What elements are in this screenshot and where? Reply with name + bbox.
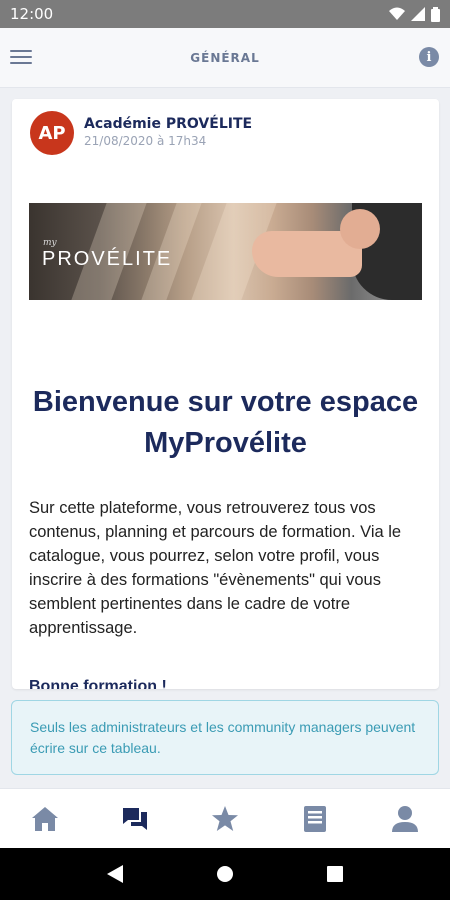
nav-home[interactable] <box>0 789 90 848</box>
nav-favorites[interactable] <box>180 789 270 848</box>
back-button[interactable] <box>95 854 135 894</box>
nav-catalog[interactable] <box>270 789 360 848</box>
nav-feed[interactable] <box>90 789 180 848</box>
system-navigation-bar <box>0 848 450 900</box>
signal-icon <box>411 7 425 21</box>
chat-icon <box>123 807 147 830</box>
post-signoff: Bonne formation ! <box>29 678 167 689</box>
post-card: AP Académie PROVÉLITE 21/08/2020 à 17h34… <box>12 99 439 689</box>
bottom-nav <box>0 788 450 848</box>
profile-icon <box>392 805 418 832</box>
wifi-icon <box>389 7 405 20</box>
post-body: Sur cette plateforme, vous retrouverez t… <box>29 499 402 637</box>
battery-icon <box>431 6 440 22</box>
menu-icon[interactable] <box>10 46 34 70</box>
home-circle-icon <box>217 866 233 882</box>
book-icon <box>304 805 326 832</box>
home-button[interactable] <box>205 854 245 894</box>
author-block: Académie PROVÉLITE 21/08/2020 à 17h34 <box>84 116 252 148</box>
star-icon <box>212 806 238 831</box>
page-title: GÉNÉRAL <box>190 50 260 65</box>
permission-notice: Seuls les administrateurs et les communi… <box>11 700 439 775</box>
app-header: GÉNÉRAL i <box>0 28 450 88</box>
post-author[interactable]: Académie PROVÉLITE <box>84 116 252 132</box>
avatar[interactable]: AP <box>30 111 74 155</box>
post-headline: Bienvenue sur votre espace MyProvélite <box>32 386 419 459</box>
system-icons <box>389 6 440 22</box>
status-bar: 12:00 <box>0 0 450 28</box>
back-triangle-icon <box>107 865 123 883</box>
recents-square-icon <box>327 866 343 882</box>
recents-button[interactable] <box>315 854 355 894</box>
post-banner-image: my PROVÉLITE <box>29 203 422 300</box>
post-date: 21/08/2020 à 17h34 <box>84 134 207 148</box>
banner-logo: PROVÉLITE <box>42 248 173 270</box>
home-icon <box>32 806 58 831</box>
banner-logo-prefix: my <box>43 238 57 248</box>
info-icon[interactable]: i <box>419 47 439 67</box>
nav-profile[interactable] <box>360 789 450 848</box>
status-time: 12:00 <box>10 5 54 23</box>
post-header: AP Académie PROVÉLITE 21/08/2020 à 17h34 <box>12 99 439 155</box>
